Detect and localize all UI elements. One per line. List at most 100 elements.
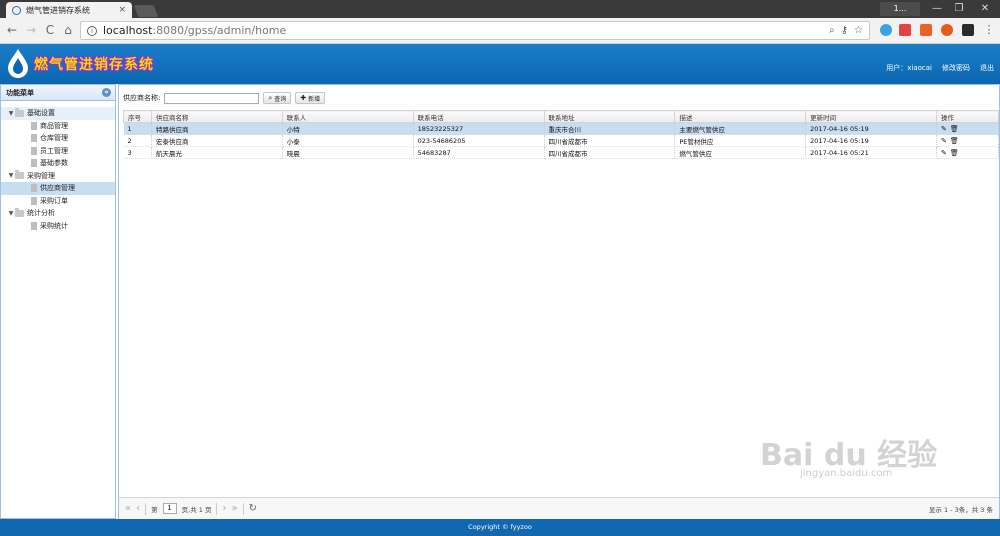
table-row[interactable]: 1 特路供应商 小特 18523225327 重庆市合川 主要燃气管供应 201… <box>123 122 999 135</box>
extension-icon-2[interactable] <box>899 24 911 36</box>
menu-item-label: 商品管理 <box>40 121 68 130</box>
table-cell: PE管材供应 <box>674 134 807 147</box>
table-cell: 2017-04-16 05:19 <box>805 134 937 147</box>
table-cell: 特路供应商 <box>151 122 283 135</box>
last-page-icon[interactable]: » <box>231 503 237 514</box>
table-row[interactable]: 2 宏泰供应商 小泰 023-54686205 四川省成都市 PE管材供应 20… <box>123 134 999 147</box>
table-cell: 燃气管供应 <box>674 146 807 159</box>
table-cell: 2017-04-16 05:19 <box>805 122 937 135</box>
menu-item-label: 基础参数 <box>40 159 68 168</box>
column-header[interactable]: 联系人 <box>281 110 414 123</box>
column-header[interactable]: 联系地址 <box>543 110 676 123</box>
table-row[interactable]: 3 航天晨光 晓晨 54683287 四川省成都市 燃气管供应 2017-04-… <box>123 146 999 159</box>
menu-item-label: 员工管理 <box>40 146 68 155</box>
edit-icon[interactable]: ✎ <box>941 125 947 133</box>
menu-icon[interactable]: ⋮ <box>983 24 995 36</box>
zoom-icon[interactable]: ⌕ <box>829 25 835 36</box>
table-cell: 023-54686205 <box>413 134 545 147</box>
user-label: 用户：xiaocai <box>886 64 932 72</box>
expand-arrow-icon[interactable]: ▼ <box>7 210 15 217</box>
folder-icon <box>15 207 24 217</box>
file-icon <box>31 146 37 155</box>
first-page-icon[interactable]: « <box>125 503 131 514</box>
app-title: 燃气管进销存系统 <box>34 57 154 73</box>
expand-arrow-icon[interactable]: ▼ <box>7 172 15 179</box>
query-button[interactable]: ⌕ 查询 <box>263 92 292 104</box>
table-cell: 四川省成都市 <box>544 134 676 147</box>
menu-item-purchase-order[interactable]: 采购订单 <box>1 195 115 208</box>
query-button-label: 查询 <box>274 95 287 103</box>
trash-icon[interactable]: 🗑 <box>950 149 959 157</box>
edit-icon[interactable]: ✎ <box>941 137 947 145</box>
app-header: 燃气管进销存系统 用户：xiaocai 修改密码 退出 <box>0 44 1000 84</box>
office-extension-icon[interactable] <box>920 24 932 36</box>
column-header[interactable]: 供应商名称 <box>150 110 283 123</box>
table-cell: 18523225327 <box>413 122 545 135</box>
favicon-icon <box>12 5 21 15</box>
prev-page-icon[interactable]: ‹ <box>136 503 140 514</box>
table-cell: 宏泰供应商 <box>151 134 283 147</box>
refresh-icon[interactable]: ↻ <box>249 503 257 514</box>
column-header[interactable]: 序号 <box>123 110 152 123</box>
column-header[interactable]: 联系电话 <box>412 110 545 123</box>
watermark-url: jingyan.baidu.com <box>800 468 893 479</box>
pager-divider <box>242 502 244 515</box>
browser-tab-active[interactable]: 燃气管进销存系统 × <box>6 2 132 18</box>
sidebar-title: 功能菜单 <box>6 88 34 97</box>
add-button[interactable]: ✚ 新增 <box>295 92 326 104</box>
row-actions: ✎ 🗑 <box>936 134 999 147</box>
menu-group-statistics[interactable]: ▼ 统计分析 <box>1 207 115 220</box>
menu-item-label: 采购订单 <box>40 196 68 205</box>
new-tab-button[interactable] <box>133 5 159 17</box>
url-input[interactable]: i localhost :8080/gpss/admin/home ⌕ ⚷ ☆ <box>80 21 870 40</box>
table-cell: 重庆市合川 <box>544 122 676 135</box>
reload-icon[interactable]: C <box>43 23 57 37</box>
trash-icon[interactable]: 🗑 <box>950 137 959 145</box>
expand-arrow-icon[interactable]: ▼ <box>7 110 15 117</box>
window-controls: 1... — ❐ ✕ <box>880 0 1000 18</box>
menu-group-basic-settings[interactable]: ▼ 基础设置 <box>1 107 115 120</box>
change-password-link[interactable]: 修改密码 <box>942 63 970 73</box>
logout-link[interactable]: 退出 <box>980 63 994 73</box>
column-header[interactable]: 描述 <box>674 110 807 123</box>
menu-group-label: 基础设置 <box>27 109 55 118</box>
supplier-table: 序号 供应商名称 联系人 联系电话 联系地址 描述 更新时间 操作 1 特路供应… <box>123 110 999 159</box>
page-number-input[interactable] <box>162 503 177 514</box>
bookmark-star-icon[interactable]: ☆ <box>854 25 863 36</box>
table-cell: 54683287 <box>413 146 545 159</box>
supplier-name-input[interactable] <box>164 92 260 104</box>
menu-item-parameters[interactable]: 基础参数 <box>1 157 115 170</box>
menu-item-label: 仓库管理 <box>40 134 68 143</box>
menu-item-product[interactable]: 商品管理 <box>1 120 115 133</box>
menu-item-supplier[interactable]: 供应商管理 <box>1 182 115 195</box>
extension-icon-5[interactable] <box>962 24 974 36</box>
file-icon <box>31 134 37 143</box>
site-info-icon[interactable]: i <box>87 25 97 36</box>
key-icon[interactable]: ⚷ <box>841 25 848 36</box>
menu-tree: ▼ 基础设置 商品管理 仓库管理 员工管理 基础参数 ▼ 采购管理 供应商管理 … <box>1 101 115 232</box>
minimize-button[interactable]: — <box>926 0 948 18</box>
menu-group-purchase[interactable]: ▼ 采购管理 <box>1 170 115 183</box>
close-window-button[interactable]: ✕ <box>970 0 1000 18</box>
home-icon[interactable]: ⌂ <box>61 23 75 37</box>
column-header[interactable]: 更新时间 <box>805 110 937 123</box>
add-button-label: 新增 <box>308 95 321 103</box>
row-actions: ✎ 🗑 <box>936 146 999 159</box>
extension-icon-1[interactable] <box>880 24 892 36</box>
collapse-icon[interactable]: « <box>102 88 111 97</box>
page-prefix: 第 <box>151 505 158 514</box>
tab-close-icon[interactable]: × <box>118 5 126 15</box>
back-icon[interactable]: ← <box>5 23 19 37</box>
menu-item-warehouse[interactable]: 仓库管理 <box>1 132 115 145</box>
next-page-icon[interactable]: › <box>222 503 226 514</box>
edit-icon[interactable]: ✎ <box>941 149 947 157</box>
pager-divider <box>216 502 218 515</box>
extension-icon-4[interactable] <box>941 24 953 36</box>
menu-item-purchase-stats[interactable]: 采购统计 <box>1 220 115 233</box>
profile-button[interactable]: 1... <box>880 2 920 16</box>
maximize-button[interactable]: ❐ <box>948 0 970 18</box>
forward-icon[interactable]: → <box>24 23 38 37</box>
menu-item-employee[interactable]: 员工管理 <box>1 145 115 158</box>
table-header-row: 序号 供应商名称 联系人 联系电话 联系地址 描述 更新时间 操作 <box>123 110 999 123</box>
trash-icon[interactable]: 🗑 <box>950 125 959 133</box>
